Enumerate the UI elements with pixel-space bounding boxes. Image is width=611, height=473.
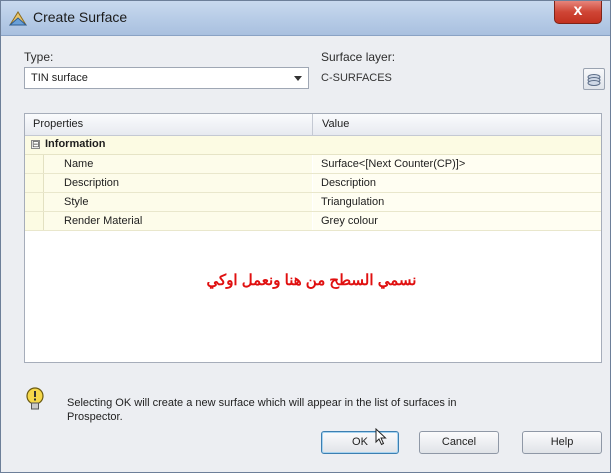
property-row-style[interactable]: Style Triangulation bbox=[25, 193, 601, 212]
info-message: Selecting OK will create a new surface w… bbox=[67, 396, 567, 424]
category-label: Information bbox=[45, 138, 106, 150]
property-value[interactable]: Description bbox=[313, 174, 601, 192]
help-button[interactable]: Help bbox=[522, 431, 602, 454]
annotation-overlay-text: نسمي السطح من هنا ونعمل اوكي bbox=[206, 272, 417, 289]
property-value[interactable]: Surface<[Next Counter(CP)]> bbox=[313, 155, 601, 173]
info-message-line: Prospector. bbox=[67, 411, 123, 423]
collapse-icon[interactable]: ⊟ bbox=[31, 140, 40, 149]
row-gutter bbox=[25, 212, 43, 230]
grid-header: Properties Value bbox=[25, 114, 601, 136]
row-gutter bbox=[25, 155, 43, 173]
property-row-render-material[interactable]: Render Material Grey colour bbox=[25, 212, 601, 231]
type-label: Type: bbox=[24, 50, 54, 64]
info-message-line: Selecting OK will create a new surface w… bbox=[67, 397, 457, 409]
surface-layer-value: C-SURFACES bbox=[321, 72, 392, 84]
property-grid: Properties Value ⊟ Information Name Surf… bbox=[24, 113, 602, 363]
property-name: Style bbox=[43, 193, 312, 211]
chevron-down-icon bbox=[294, 76, 302, 81]
column-header-properties: Properties bbox=[33, 118, 84, 130]
type-value: TIN surface bbox=[31, 72, 88, 84]
property-name: Name bbox=[43, 155, 312, 173]
close-button[interactable]: x bbox=[554, 1, 602, 24]
type-dropdown[interactable]: TIN surface bbox=[24, 67, 309, 89]
dialog-title: Create Surface bbox=[33, 9, 128, 25]
property-value[interactable]: Triangulation bbox=[313, 193, 601, 211]
layers-icon bbox=[587, 74, 601, 86]
property-row-name[interactable]: Name Surface<[Next Counter(CP)]> bbox=[25, 155, 601, 174]
row-gutter bbox=[25, 193, 43, 211]
mouse-cursor-icon bbox=[375, 428, 387, 446]
property-value[interactable]: Grey colour bbox=[313, 212, 601, 230]
property-name: Description bbox=[43, 174, 312, 192]
property-row-description[interactable]: Description Description bbox=[25, 174, 601, 193]
create-surface-dialog: Create Surface x Type: TIN surface Surfa… bbox=[0, 0, 611, 473]
title-bar[interactable]: Create Surface x bbox=[1, 1, 610, 36]
row-gutter bbox=[25, 174, 43, 192]
lightbulb-icon bbox=[26, 387, 44, 410]
category-information[interactable]: ⊟ Information bbox=[25, 136, 601, 155]
cancel-button[interactable]: Cancel bbox=[419, 431, 499, 454]
surface-layer-label: Surface layer: bbox=[321, 50, 396, 64]
property-name: Render Material bbox=[43, 212, 312, 230]
column-header-value: Value bbox=[322, 118, 350, 130]
surface-icon bbox=[9, 11, 27, 26]
layer-select-button[interactable] bbox=[583, 68, 605, 90]
column-divider[interactable] bbox=[312, 114, 313, 135]
